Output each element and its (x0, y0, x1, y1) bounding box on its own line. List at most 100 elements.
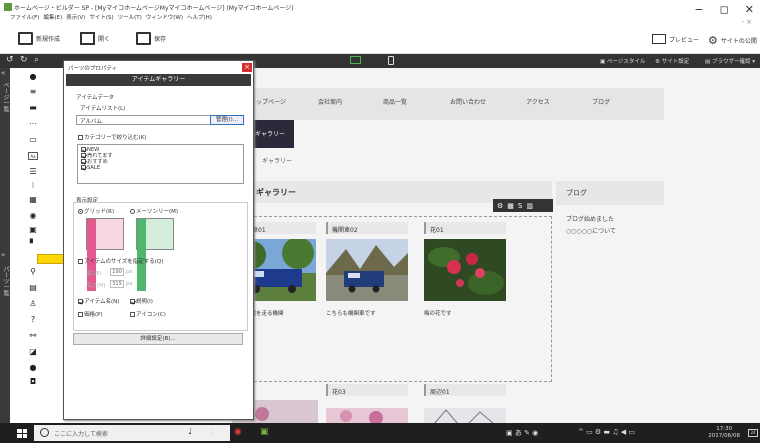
video-icon[interactable]: ◘ (28, 378, 38, 386)
new-button[interactable]: 新規作成 (18, 32, 60, 45)
nav-access[interactable]: アクセス (526, 97, 550, 106)
redo-icon[interactable]: ↻ (20, 55, 28, 65)
grid-icon[interactable]: ▦ (507, 202, 514, 210)
dialog-close-button[interactable]: × (242, 63, 252, 72)
menu-help[interactable]: ヘルプ(H) (187, 13, 212, 21)
category-filter-checkbox[interactable]: カテゴリーで絞り込む(K) (78, 133, 147, 141)
tray-icons[interactable]: ▣ あ ✎ ◉ (506, 428, 538, 438)
icon-checkbox[interactable]: アイコン(C) (130, 310, 166, 318)
collapse-icon[interactable]: « (1, 70, 9, 77)
browser-check-button[interactable]: ▤ ブラウザー確認 ▾ (705, 57, 755, 65)
grid-layout-preview[interactable] (86, 218, 124, 291)
dash-icon[interactable]: ▬ (28, 104, 38, 112)
task-view-icon[interactable]: ▯ (210, 427, 215, 437)
nav-contact[interactable]: お問い合わせ (450, 97, 486, 106)
left-panel-tabs: « ページ一覧 » パーツ一覧 (0, 68, 10, 423)
masonry-layout-preview[interactable] (136, 218, 174, 291)
gallery-item[interactable]: 花03 (326, 384, 408, 424)
item-title: 花01 (424, 222, 506, 234)
height-input[interactable]: 315 (110, 280, 124, 288)
person-icon[interactable]: ♙ (28, 300, 38, 308)
help-icon[interactable]: ? (28, 316, 38, 324)
page-list-tab[interactable]: ページ一覧 (1, 82, 10, 112)
mobile-view-icon[interactable] (388, 56, 394, 65)
section-item-data: アイテムデータ (76, 95, 114, 101)
menu-view[interactable]: 表示(V) (66, 13, 85, 21)
text-icon[interactable]: Aa (28, 152, 38, 160)
paragraph-icon[interactable]: ☰ (28, 168, 38, 176)
circle-icon[interactable]: ◉ (28, 212, 38, 220)
category-list[interactable]: NEW 売れてます おすすめ SALE (77, 144, 244, 184)
menu-tools[interactable]: ツール(T) (118, 13, 142, 21)
menu-file[interactable]: ファイル(F) (10, 13, 39, 21)
manage-button[interactable]: 管理(I)... (210, 115, 244, 125)
description-checkbox[interactable]: 説明(I) (130, 297, 153, 305)
taskbar-search-input[interactable]: ここに入力して検索 (34, 425, 230, 441)
item-size-checkbox[interactable]: アイテムのサイズを指定する(Q) (78, 257, 163, 265)
menu-window[interactable]: ウィンドウ(W) (146, 13, 183, 21)
item-name-checkbox[interactable]: アイテム名(N) (78, 297, 119, 305)
category-item[interactable]: SALE (81, 165, 240, 171)
document-controls[interactable]: - × (741, 18, 752, 26)
mic-icon[interactable]: ♩ (188, 427, 192, 437)
item-photo (326, 408, 408, 424)
zoom-icon[interactable]: ⌕ (34, 55, 39, 65)
list-icon[interactable]: ≡ (28, 88, 38, 96)
grid-radio[interactable]: グリッド(R) (78, 207, 114, 215)
system-tray-icons[interactable]: ^ ▭ ⚙ ▬ ♫ ◀ ▭ (578, 428, 635, 436)
part-toolbar: ⚙ ▦ S ▥ (493, 199, 553, 212)
undo-icon[interactable]: ↺ (6, 55, 14, 65)
calendar-icon[interactable]: ▤ (28, 284, 38, 292)
bar-icon[interactable]: ▭ (28, 136, 38, 144)
delete-icon[interactable]: ▥ (526, 202, 533, 210)
table-icon[interactable]: ▦ (28, 196, 38, 204)
nav-products[interactable]: 商品一覧 (383, 97, 407, 106)
image-icon[interactable]: ▣ (28, 226, 38, 234)
menu-edit[interactable]: 編集(E) (43, 13, 62, 21)
page-style-button[interactable]: ▣ ページスタイル (600, 57, 645, 65)
maximize-button[interactable]: ◻ (720, 3, 729, 16)
item-list-select[interactable]: アルバム ⌄ (76, 115, 220, 125)
taskbar-clock[interactable]: 17:30 2017/06/08 (708, 426, 740, 440)
link-icon[interactable]: ⚲ (28, 268, 38, 276)
cart-icon[interactable]: ⚯ (28, 332, 38, 340)
preview-button[interactable]: プレビュー (652, 34, 699, 44)
item-title: 機関車02 (326, 222, 408, 234)
width-input[interactable]: 190 (110, 268, 124, 276)
blog-item[interactable]: ○○○○○について (566, 226, 616, 235)
menu-site[interactable]: サイト(S) (89, 13, 113, 21)
info-icon[interactable]: ● (28, 73, 38, 81)
close-button[interactable]: ✕ (745, 3, 754, 16)
file-icon[interactable]: ▘ (28, 240, 38, 248)
masonry-radio[interactable]: メーソンリー(M) (130, 207, 178, 215)
save-button[interactable]: 保存 (136, 32, 166, 45)
gallery-item[interactable]: 機関車02 こちらも機関車です (326, 222, 408, 326)
blog-item[interactable]: ブログ始めました (566, 214, 614, 223)
style-icon[interactable]: S (518, 202, 522, 210)
desktop-view-icon[interactable] (350, 56, 361, 64)
minimize-button[interactable]: − (694, 3, 703, 16)
gallery-item[interactable]: 花01 梅の花です (424, 222, 506, 326)
nav-blog[interactable]: ブログ (592, 97, 610, 106)
item-title: 花03 (326, 384, 408, 396)
chat-icon[interactable]: ● (28, 364, 38, 372)
gallery-item[interactable]: 周辺01 (424, 384, 506, 424)
parts-list-tab[interactable]: パーツ一覧 (1, 266, 10, 296)
notification-icon[interactable]: 24 (748, 429, 758, 437)
detail-settings-button[interactable]: 詳細設定(B)... (73, 333, 243, 345)
share-icon[interactable]: ◪ (28, 348, 38, 356)
browser-icon[interactable]: ◉ (234, 427, 242, 437)
homepage-builder-icon[interactable]: ▣ (260, 427, 269, 437)
expand-icon[interactable]: » (1, 252, 9, 259)
nav-company[interactable]: 会社案内 (318, 97, 342, 106)
price-checkbox[interactable]: 価格(P) (78, 310, 103, 318)
open-button[interactable]: 開く (80, 32, 110, 45)
dots-icon[interactable]: ⋯ (28, 120, 38, 128)
site-publish-button[interactable]: ⚙ サイトの公開 (708, 34, 757, 47)
settings-icon[interactable]: ⚙ (497, 202, 503, 210)
windows-start-icon[interactable] (17, 429, 27, 438)
title-bar: ホームページ・ビルダー SP - [MyマイコホームページMyマイコホームページ… (0, 0, 760, 28)
nav-top[interactable]: トップページ (250, 97, 286, 106)
bullets-icon[interactable]: ⁝ (28, 182, 38, 190)
site-settings-button[interactable]: ⚙ サイト設定 (655, 57, 689, 65)
